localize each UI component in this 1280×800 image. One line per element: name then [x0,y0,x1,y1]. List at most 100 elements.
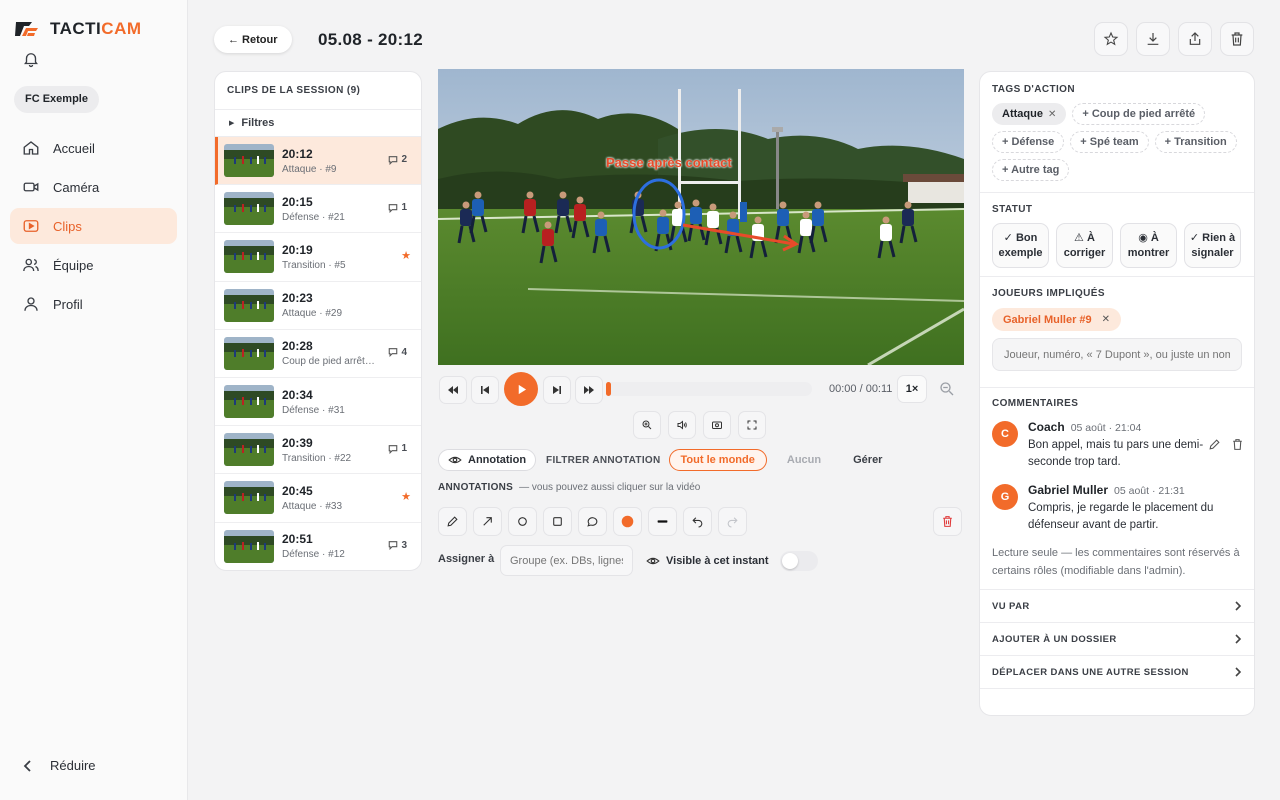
remove-player-icon[interactable]: ✕ [1102,314,1110,325]
chevron-left-icon [23,759,31,772]
tag-option[interactable]: + Coup de pied arrêté [1072,103,1206,125]
nav-item-clips[interactable]: Clips [10,208,177,244]
top-actions [1094,22,1254,56]
share-button[interactable] [1178,22,1212,56]
clip-info: 20:28 Coup de pied arrêt… [282,339,382,367]
home-icon [23,141,39,155]
nav-item-equipe[interactable]: Équipe [10,247,177,283]
visible-toggle-row: Visible à cet instant [646,551,818,571]
tag-list: Attaque ✕ + Coup de pied arrêté + Défense… [992,103,1244,181]
stroke-width-icon [657,520,668,523]
clip-row[interactable]: 20:28 Coup de pied arrêt… 4 [215,330,421,378]
filter-everyone[interactable]: Tout le monde [668,449,767,471]
stroke-width-picker[interactable] [648,507,677,536]
collapse-sidebar-button[interactable]: Réduire [22,758,96,773]
player-chip[interactable]: Gabriel Muller #9 ✕ [992,308,1122,331]
status-to-show[interactable]: ◉ Àmontrer [1120,223,1177,268]
filter-none[interactable]: Aucun [775,449,833,471]
add-to-folder-row[interactable]: AJOUTER À UN DOSSIER [980,623,1254,656]
move-session-row[interactable]: DÉPLACER DANS UNE AUTRE SESSION [980,656,1254,689]
clip-info: 20:19 Transition · #5 [282,243,382,271]
volume-button[interactable] [668,411,696,439]
seen-by-row[interactable]: VU PAR [980,590,1254,623]
redo-button[interactable] [718,507,747,536]
nav-item-profil[interactable]: Profil [10,286,177,322]
bell-icon[interactable] [22,50,40,68]
scrubber-handle[interactable] [606,382,611,396]
annotation-toggle[interactable]: Annotation [438,449,537,471]
annotation-arrow[interactable] [682,223,795,246]
tag-option[interactable]: + Spé team [1070,131,1149,153]
clip-row[interactable]: 20:23 Attaque · #29 [215,282,421,330]
nav-label: Accueil [53,140,95,156]
color-picker[interactable] [613,507,642,536]
assign-group-input[interactable] [500,545,633,576]
logo[interactable]: TACTICAM [14,18,142,40]
filters-label: Filtres [241,117,275,129]
clip-row[interactable]: 20:51 Défense · #12 3 [215,523,421,570]
player-search-input[interactable] [992,338,1242,371]
video-player[interactable]: Passe après contact [438,69,964,365]
play-button[interactable] [504,372,538,406]
status-good-example[interactable]: ✓ Bon exemple [992,223,1049,268]
favorite-button[interactable] [1094,22,1128,56]
annotations-title: ANNOTATIONS [438,482,514,493]
clip-row[interactable]: 20:45 Attaque · #33 ★ [215,474,421,523]
clip-row[interactable]: 20:34 Défense · #31 [215,378,421,427]
speed-button[interactable]: 1× [897,375,927,403]
tag-active[interactable]: Attaque ✕ [992,103,1067,125]
status-section: STATUT ✓ Bon exemple ⚠ Àcorriger ◉ Àmontr… [980,193,1254,277]
clip-thumbnail [224,240,274,274]
clip-row[interactable]: 20:19 Transition · #5 ★ [215,233,421,282]
text-bubble-tool[interactable] [578,507,607,536]
annotation-label[interactable]: Passe après contact [606,155,732,170]
avatar: G [992,484,1018,510]
clear-annotations-button[interactable] [933,507,962,536]
clip-info: 20:23 Attaque · #29 [282,291,382,319]
circle-tool[interactable] [508,507,537,536]
edit-icon[interactable] [1208,438,1221,451]
clip-row[interactable]: 20:15 Défense · #21 1 [215,185,421,234]
nav-item-accueil[interactable]: Accueil [10,130,177,166]
timeline-scrubber[interactable] [606,382,812,396]
status-to-correct[interactable]: ⚠ Àcorriger [1056,223,1113,268]
fast-forward-button[interactable] [575,376,603,404]
zoom-out-icon[interactable] [938,380,956,398]
clip-time: 20:51 [282,532,313,547]
next-frame-button[interactable] [543,376,571,404]
filters-toggle[interactable]: ▶ Filtres [215,110,421,137]
tacticam-logo-icon [15,22,38,36]
tag-option[interactable]: + Autre tag [992,159,1070,181]
back-button[interactable]: ← Retour [214,26,292,53]
visible-switch[interactable] [779,551,818,571]
remove-tag-icon[interactable]: ✕ [1048,109,1056,120]
delete-clip-button[interactable] [1220,22,1254,56]
team-icon [23,258,39,272]
tag-option[interactable]: + Défense [992,131,1065,153]
rectangle-tool[interactable] [543,507,572,536]
trash-icon[interactable] [1231,438,1244,451]
section-title: STATUT [992,204,1033,215]
previous-frame-button[interactable] [471,376,499,404]
annotation-filter-bar: Annotation FILTRER ANNOTATION Tout le mo… [438,449,894,471]
fullscreen-button[interactable] [738,411,766,439]
nav-label: Équipe [53,257,94,273]
pen-tool[interactable] [438,507,467,536]
tag-option[interactable]: + Transition [1154,131,1237,153]
arrow-tool[interactable] [473,507,502,536]
comment-icon [389,444,398,454]
undo-button[interactable] [683,507,712,536]
section-title: TAGS D'ACTION [992,84,1075,95]
clip-info: 20:39 Transition · #22 [282,436,382,464]
status-nothing-to-report[interactable]: ✓ Rien à signaler [1184,223,1241,268]
nav-item-camera[interactable]: Caméra [10,169,177,205]
screenshot-button[interactable] [703,411,731,439]
zoom-in-button[interactable] [633,411,661,439]
annotation-circle[interactable] [632,178,686,250]
clip-row[interactable]: 20:12 Attaque · #9 2 [215,137,421,186]
rewind-button[interactable] [439,376,467,404]
download-button[interactable] [1136,22,1170,56]
clip-row[interactable]: 20:39 Transition · #22 1 [215,426,421,475]
team-selector[interactable]: FC Exemple [14,86,99,113]
filter-manage[interactable]: Gérer [841,449,894,471]
